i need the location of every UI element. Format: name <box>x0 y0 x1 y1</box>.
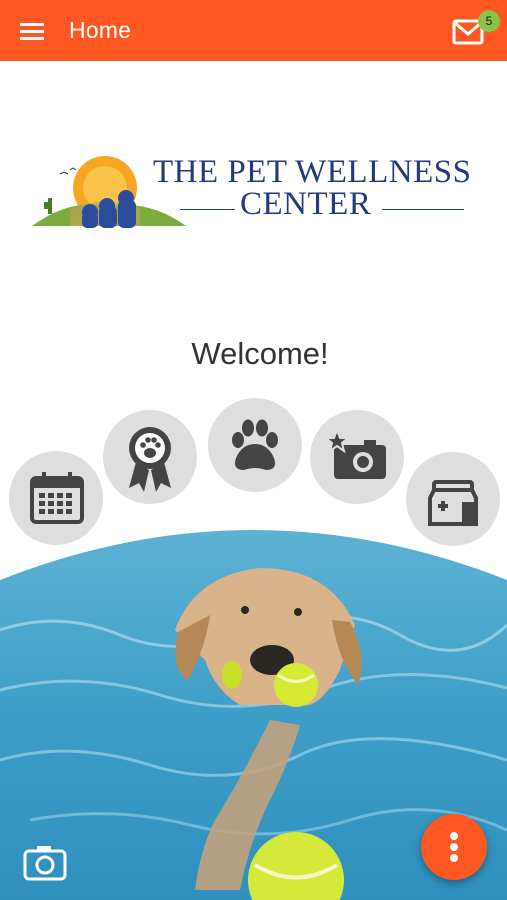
more-vertical-icon-dot <box>450 843 458 851</box>
photo-contest-button[interactable] <box>310 410 404 504</box>
app-bar: Home 5 <box>0 0 507 61</box>
logo-rule-left <box>180 209 235 210</box>
pets-button[interactable] <box>208 398 302 492</box>
more-options-button[interactable] <box>421 814 487 880</box>
more-vertical-icon-dot <box>450 854 458 862</box>
pet-wellness-center-logo: THE PET WELLNESS CENTER <box>30 150 480 240</box>
paw-icon <box>232 419 278 470</box>
page-title: Home <box>69 17 132 43</box>
logo-rule-right <box>382 209 464 210</box>
pharmacy-bag-icon <box>428 480 478 526</box>
pharmacy-button[interactable] <box>406 452 500 546</box>
hamburger-menu-icon[interactable] <box>16 17 50 45</box>
welcome-heading: Welcome! <box>191 336 329 371</box>
camera-icon[interactable] <box>22 842 68 882</box>
more-vertical-icon <box>450 832 458 840</box>
award-ribbon-paw-icon <box>129 427 171 492</box>
photo-camera-star-icon <box>323 427 386 479</box>
logo-text-line2: CENTER <box>240 186 372 222</box>
calendar-icon <box>30 472 84 524</box>
rewards-button[interactable] <box>103 410 197 504</box>
unread-count-badge: 5 <box>478 10 500 32</box>
appointments-calendar-button[interactable] <box>9 451 103 545</box>
